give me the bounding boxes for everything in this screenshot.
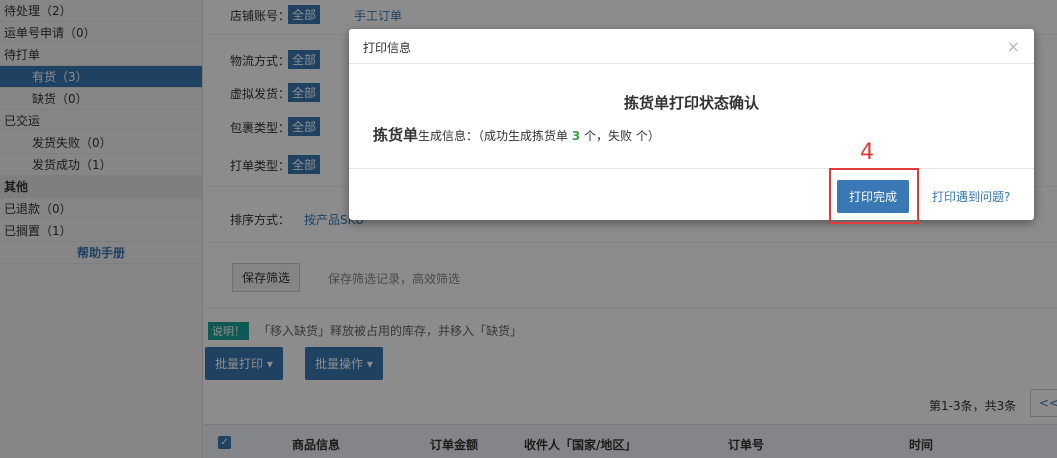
modal-title: 打印信息 — [363, 41, 412, 55]
modal-header: 打印信息 × — [349, 29, 1034, 64]
highlight-box — [829, 168, 919, 224]
close-icon[interactable]: × — [1007, 37, 1020, 56]
result-text-2: 个，失败 个） — [580, 129, 660, 143]
step-number: 4 — [860, 140, 874, 165]
pick-list-result: 拣货单生成信息：（成功生成拣货单 3 个，失败 个） — [373, 124, 660, 145]
print-problem-link[interactable]: 打印遇到问题? — [932, 188, 1010, 205]
result-text-1: 生成信息：（成功生成拣货单 — [418, 129, 572, 143]
modal-body: 拣货单打印状态确认 拣货单生成信息：（成功生成拣货单 3 个，失败 个） — [349, 64, 1034, 169]
pick-list-label: 拣货单 — [373, 126, 419, 144]
modal-heading: 拣货单打印状态确认 — [623, 94, 759, 112]
success-count: 3 — [571, 129, 581, 143]
